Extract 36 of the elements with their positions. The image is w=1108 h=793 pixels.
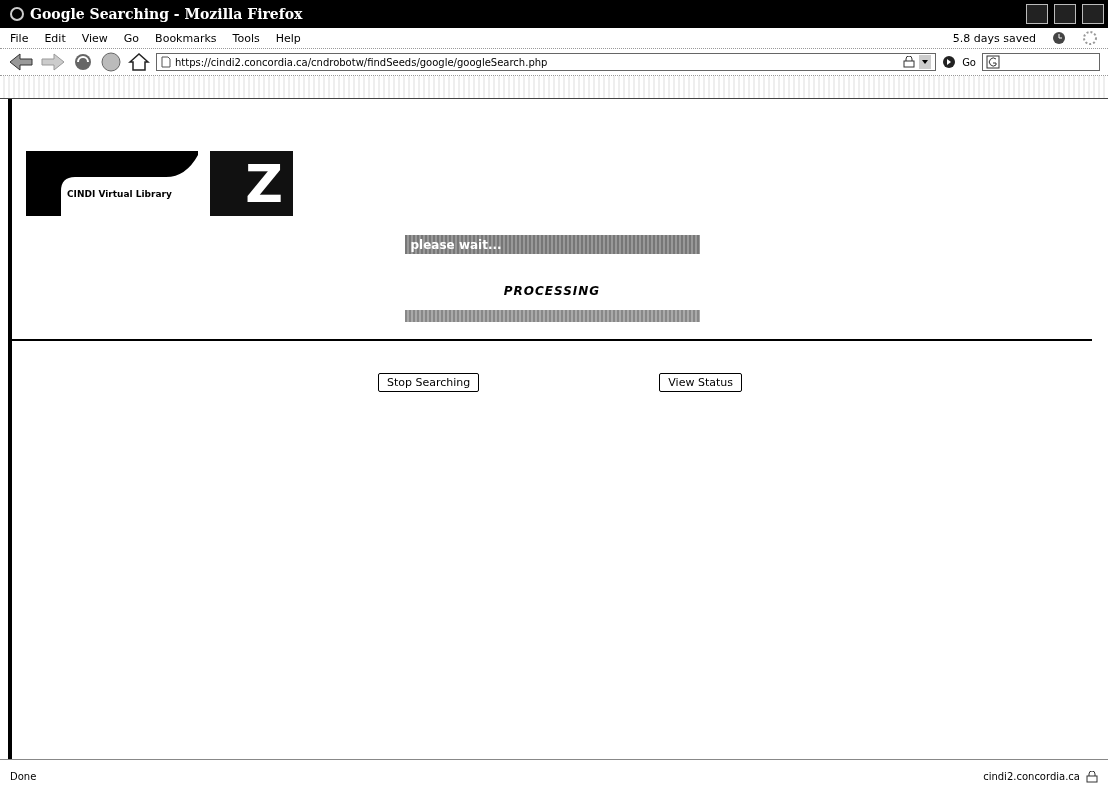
lock-icon bbox=[903, 56, 916, 68]
browser-icon bbox=[10, 7, 24, 21]
action-button[interactable]: View Status bbox=[659, 373, 742, 392]
url-field[interactable]: https://cindi2.concordia.ca/cndrobotw/findSeeds/google/googleSearch.php bbox=[175, 56, 900, 68]
window-title: Google Searching - Mozilla Firefox bbox=[30, 6, 304, 22]
wait-banner: please wait... bbox=[404, 235, 700, 254]
menu-item[interactable]: Help bbox=[275, 31, 301, 45]
go-link[interactable]: Go bbox=[962, 56, 976, 68]
close-button[interactable] bbox=[1082, 4, 1104, 24]
lock-icon bbox=[1086, 770, 1098, 783]
menu-item[interactable]: View bbox=[81, 31, 108, 45]
host-label: cindi2.concordia.ca bbox=[983, 771, 1080, 782]
stop-icon[interactable] bbox=[100, 51, 122, 73]
home-icon[interactable] bbox=[128, 51, 150, 73]
address-bar[interactable]: https://cindi2.concordia.ca/cndrobotw/findSeeds/google/googleSearch.php bbox=[156, 53, 937, 71]
maximize-button[interactable] bbox=[1054, 4, 1076, 24]
status-text: Done bbox=[10, 771, 37, 782]
dropdown-icon[interactable] bbox=[919, 55, 932, 69]
days-saved-label: 5.8 days saved bbox=[952, 31, 1036, 45]
back-arrow-icon[interactable] bbox=[8, 52, 34, 72]
menu-item[interactable]: Tools bbox=[232, 31, 260, 45]
menu-item[interactable]: Edit bbox=[44, 31, 66, 45]
action-button[interactable]: Stop Searching bbox=[378, 373, 480, 392]
throbber-icon bbox=[1082, 30, 1098, 46]
reload-icon[interactable] bbox=[72, 51, 94, 73]
clock-icon[interactable] bbox=[1052, 31, 1066, 45]
search-field[interactable] bbox=[982, 53, 1100, 71]
logo-text: CINDI Virtual Library bbox=[67, 189, 172, 199]
menu-item[interactable]: File bbox=[10, 31, 29, 45]
minimize-button[interactable] bbox=[1026, 4, 1048, 24]
menu-item[interactable]: Bookmarks bbox=[155, 31, 217, 45]
search-engine-icon bbox=[986, 55, 1000, 69]
page-icon bbox=[161, 56, 171, 68]
menu-item[interactable]: Go bbox=[123, 31, 140, 45]
processing-label: PROCESSING bbox=[503, 284, 601, 298]
logo-mark: Z bbox=[210, 151, 293, 216]
